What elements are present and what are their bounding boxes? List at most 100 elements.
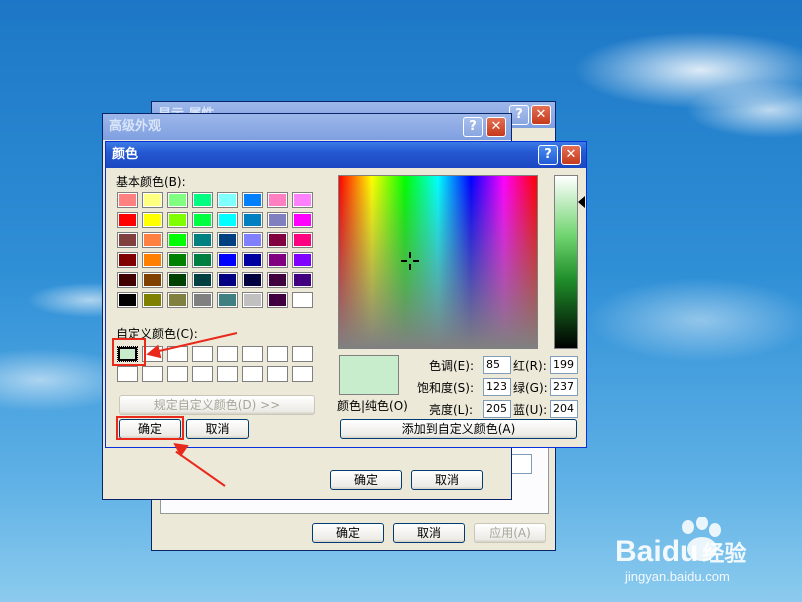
- basic-color-swatch[interactable]: [192, 272, 213, 288]
- display-apply-button[interactable]: 应用(A): [474, 523, 546, 543]
- custom-color-swatch[interactable]: [292, 366, 313, 382]
- basic-color-swatch[interactable]: [292, 192, 313, 208]
- basic-color-swatch[interactable]: [142, 272, 163, 288]
- basic-color-swatch[interactable]: [142, 212, 163, 228]
- basic-color-swatch[interactable]: [292, 272, 313, 288]
- advanced-cancel-button[interactable]: 取消: [411, 470, 483, 490]
- basic-color-swatch[interactable]: [192, 212, 213, 228]
- basic-color-swatch[interactable]: [242, 292, 263, 308]
- basic-color-swatch[interactable]: [292, 292, 313, 308]
- basic-color-swatch[interactable]: [167, 212, 188, 228]
- color-dialog-title: 颜色: [112, 147, 139, 162]
- basic-color-swatch[interactable]: [292, 232, 313, 248]
- custom-color-swatch[interactable]: [242, 366, 263, 382]
- basic-color-swatch[interactable]: [242, 212, 263, 228]
- help-icon[interactable]: ?: [509, 105, 529, 125]
- advanced-ok-button[interactable]: 确定: [330, 470, 402, 490]
- help-icon[interactable]: ?: [463, 117, 483, 137]
- custom-color-swatch[interactable]: [217, 346, 238, 362]
- basic-color-swatch[interactable]: [167, 272, 188, 288]
- basic-color-swatch[interactable]: [117, 232, 138, 248]
- blue-field[interactable]: 204: [550, 400, 578, 418]
- basic-color-swatch[interactable]: [142, 192, 163, 208]
- sat-label: 饱和度(S):: [417, 381, 475, 395]
- custom-color-swatch[interactable]: [267, 346, 288, 362]
- define-custom-colors-button[interactable]: 规定自定义颜色(D) >>: [119, 395, 315, 415]
- basic-color-swatch[interactable]: [167, 192, 188, 208]
- luminance-slider[interactable]: [554, 175, 578, 349]
- basic-color-swatch[interactable]: [142, 292, 163, 308]
- luminance-pointer-icon[interactable]: [578, 196, 585, 208]
- green-field[interactable]: 237: [550, 378, 578, 396]
- basic-color-swatch[interactable]: [117, 292, 138, 308]
- basic-color-swatch[interactable]: [167, 232, 188, 248]
- color-dialog-titlebar: 颜色: [106, 142, 586, 168]
- highlight-custom-color: [112, 338, 146, 366]
- basic-color-swatch[interactable]: [117, 192, 138, 208]
- custom-color-swatch[interactable]: [117, 366, 138, 382]
- basic-color-swatch[interactable]: [217, 212, 238, 228]
- basic-color-swatch[interactable]: [192, 292, 213, 308]
- basic-color-swatch[interactable]: [267, 292, 288, 308]
- basic-color-swatch[interactable]: [242, 192, 263, 208]
- basic-color-swatch[interactable]: [167, 292, 188, 308]
- basic-color-swatch[interactable]: [217, 252, 238, 268]
- color-cancel-button[interactable]: 取消: [186, 419, 249, 439]
- basic-color-swatch[interactable]: [242, 272, 263, 288]
- basic-color-swatch[interactable]: [267, 272, 288, 288]
- close-icon[interactable]: ✕: [531, 105, 551, 125]
- help-icon[interactable]: ?: [538, 145, 558, 165]
- basic-color-swatch[interactable]: [267, 212, 288, 228]
- color-preview: [339, 355, 399, 395]
- basic-color-swatch[interactable]: [117, 212, 138, 228]
- custom-color-swatch[interactable]: [217, 366, 238, 382]
- color-spectrum[interactable]: [338, 175, 538, 349]
- basic-color-swatch[interactable]: [192, 252, 213, 268]
- hue-field[interactable]: 85: [483, 356, 511, 374]
- basic-color-swatch[interactable]: [217, 232, 238, 248]
- advanced-appearance-title: 高级外观: [109, 119, 162, 134]
- custom-color-swatch[interactable]: [192, 346, 213, 362]
- basic-color-swatch[interactable]: [242, 232, 263, 248]
- basic-color-swatch[interactable]: [217, 272, 238, 288]
- basic-color-swatch[interactable]: [117, 272, 138, 288]
- basic-color-swatch[interactable]: [117, 252, 138, 268]
- custom-color-swatch[interactable]: [292, 346, 313, 362]
- basic-color-swatch[interactable]: [242, 252, 263, 268]
- baidu-suffix-text: 经验: [702, 541, 747, 566]
- custom-color-swatch[interactable]: [242, 346, 263, 362]
- basic-colors-label: 基本颜色(B):: [116, 175, 186, 189]
- custom-color-swatch[interactable]: [192, 366, 213, 382]
- basic-color-swatch[interactable]: [192, 232, 213, 248]
- baidu-brand-text-2: du: [661, 535, 699, 568]
- close-icon[interactable]: ✕: [486, 117, 506, 137]
- custom-color-swatch[interactable]: [142, 366, 163, 382]
- basic-color-swatch[interactable]: [217, 192, 238, 208]
- sat-field[interactable]: 123: [483, 378, 511, 396]
- display-cancel-button[interactable]: 取消: [393, 523, 465, 543]
- baidu-url-text: jingyan.baidu.com: [625, 569, 730, 584]
- close-icon[interactable]: ✕: [561, 145, 581, 165]
- basic-color-swatch[interactable]: [267, 192, 288, 208]
- display-ok-button[interactable]: 确定: [312, 523, 384, 543]
- basic-color-swatch[interactable]: [142, 252, 163, 268]
- baidu-watermark: Baidu 经验 jingyan.baidu.com: [615, 517, 795, 587]
- add-to-custom-colors-button[interactable]: 添加到自定义颜色(A): [340, 419, 577, 439]
- baidu-brand-text: Bai: [615, 535, 662, 568]
- basic-color-swatch[interactable]: [292, 252, 313, 268]
- basic-color-swatch[interactable]: [292, 212, 313, 228]
- custom-color-swatch[interactable]: [167, 366, 188, 382]
- custom-color-swatch[interactable]: [267, 366, 288, 382]
- basic-color-swatch[interactable]: [217, 292, 238, 308]
- lum-field[interactable]: 205: [483, 400, 511, 418]
- basic-color-swatch[interactable]: [192, 192, 213, 208]
- advanced-appearance-titlebar: 高级外观: [103, 114, 511, 140]
- red-field[interactable]: 199: [550, 356, 578, 374]
- basic-color-swatch[interactable]: [267, 252, 288, 268]
- basic-color-swatch[interactable]: [142, 232, 163, 248]
- basic-color-swatch[interactable]: [267, 232, 288, 248]
- blue-label: 蓝(U):: [513, 403, 548, 417]
- green-label: 绿(G):: [513, 381, 548, 395]
- basic-color-swatch[interactable]: [167, 252, 188, 268]
- highlight-ok-button: [116, 416, 184, 440]
